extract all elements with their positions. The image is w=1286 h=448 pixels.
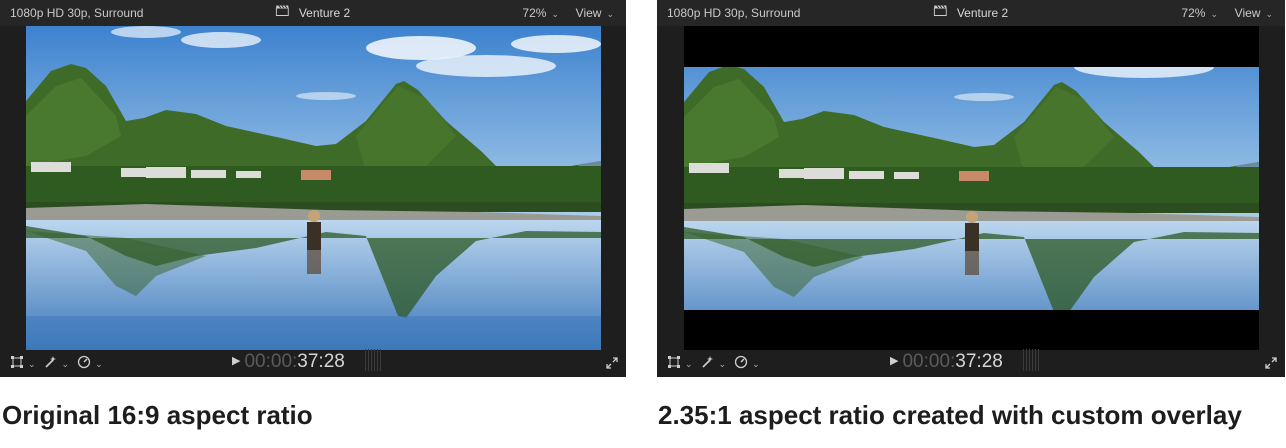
project-title-text: Venture 2 [298, 6, 351, 20]
caption-original: Original 16:9 aspect ratio [2, 400, 313, 430]
chevron-down-icon: ⌄ [606, 9, 614, 19]
transform-icon [667, 355, 681, 374]
play-icon[interactable]: ▶ [232, 355, 240, 367]
zoom-value: 72% [522, 6, 547, 20]
view-menu-label: View [575, 6, 602, 20]
magic-wand-icon [701, 355, 715, 374]
video-frame [26, 26, 601, 350]
project-title-text: Venture 2 [956, 6, 1009, 20]
viewer-header: 1080p HD 30p, Surround Venture 2 72% ⌄ Vi… [657, 0, 1285, 26]
transform-icon [10, 355, 24, 374]
timecode-display: ▶ 00:00:37:28 [890, 349, 1039, 373]
transform-menu[interactable]: ⌄ [10, 355, 36, 374]
viewer-original: 1080p HD 30p, Surround Venture 2 72% ⌄ Vi… [0, 0, 626, 377]
chevron-down-icon: ⌄ [718, 359, 727, 369]
project-title: Venture 2 [275, 5, 351, 20]
chevron-down-icon: ⌄ [61, 359, 70, 369]
video-frame [684, 67, 1259, 310]
chevron-down-icon: ⌄ [28, 359, 36, 369]
enhance-menu[interactable]: ⌄ [701, 355, 727, 374]
magic-wand-icon [44, 355, 58, 374]
zoom-menu[interactable]: 72% ⌄ [1181, 6, 1218, 20]
fullscreen-icon[interactable] [606, 356, 618, 374]
retime-menu[interactable]: ⌄ [77, 355, 103, 374]
video-canvas[interactable] [684, 26, 1259, 350]
clapperboard-icon [275, 5, 289, 19]
viewer-header: 1080p HD 30p, Surround Venture 2 72% ⌄ Vi… [0, 0, 626, 26]
zoom-value: 72% [1181, 6, 1206, 20]
viewer-letterboxed: 1080p HD 30p, Surround Venture 2 72% ⌄ Vi… [657, 0, 1285, 377]
timecode-display: ▶ 00:00:37:28 [232, 349, 381, 373]
timecode-value: 37:28 [297, 351, 345, 373]
enhance-menu[interactable]: ⌄ [44, 355, 70, 374]
transform-menu[interactable]: ⌄ [667, 355, 693, 374]
clapperboard-icon [933, 5, 947, 19]
chevron-down-icon: ⌄ [685, 359, 693, 369]
timecode-prefix: 00:00: [902, 351, 956, 373]
video-canvas[interactable] [26, 26, 601, 350]
play-icon[interactable]: ▶ [890, 355, 898, 367]
fullscreen-icon[interactable] [1265, 356, 1277, 374]
chevron-down-icon: ⌄ [1265, 9, 1273, 19]
view-menu-label: View [1234, 6, 1261, 20]
chevron-down-icon: ⌄ [551, 9, 559, 19]
retime-menu[interactable]: ⌄ [734, 355, 760, 374]
zoom-menu[interactable]: 72% ⌄ [522, 6, 559, 20]
caption-letterbox: 2.35:1 aspect ratio created with custom … [658, 400, 1242, 430]
speedometer-icon [734, 355, 748, 374]
viewer-footer: ⌄ ⌄ ⌄ ▶ 00:00:37:28 [657, 349, 1285, 377]
chevron-down-icon: ⌄ [1210, 9, 1218, 19]
timecode-prefix: 00:00: [244, 351, 298, 373]
view-menu[interactable]: View ⌄ [1235, 6, 1273, 20]
view-menu[interactable]: View ⌄ [576, 6, 614, 20]
project-title: Venture 2 [933, 5, 1009, 20]
viewer-footer: ⌄ ⌄ ⌄ ▶ 00:00:37:28 [0, 349, 626, 377]
audio-meter [364, 349, 381, 371]
audio-meter [1022, 349, 1039, 371]
format-label: 1080p HD 30p, Surround [667, 6, 801, 20]
timecode-value: 37:28 [955, 351, 1003, 373]
chevron-down-icon: ⌄ [752, 359, 760, 369]
format-label: 1080p HD 30p, Surround [10, 6, 144, 20]
speedometer-icon [77, 355, 91, 374]
chevron-down-icon: ⌄ [95, 359, 103, 369]
